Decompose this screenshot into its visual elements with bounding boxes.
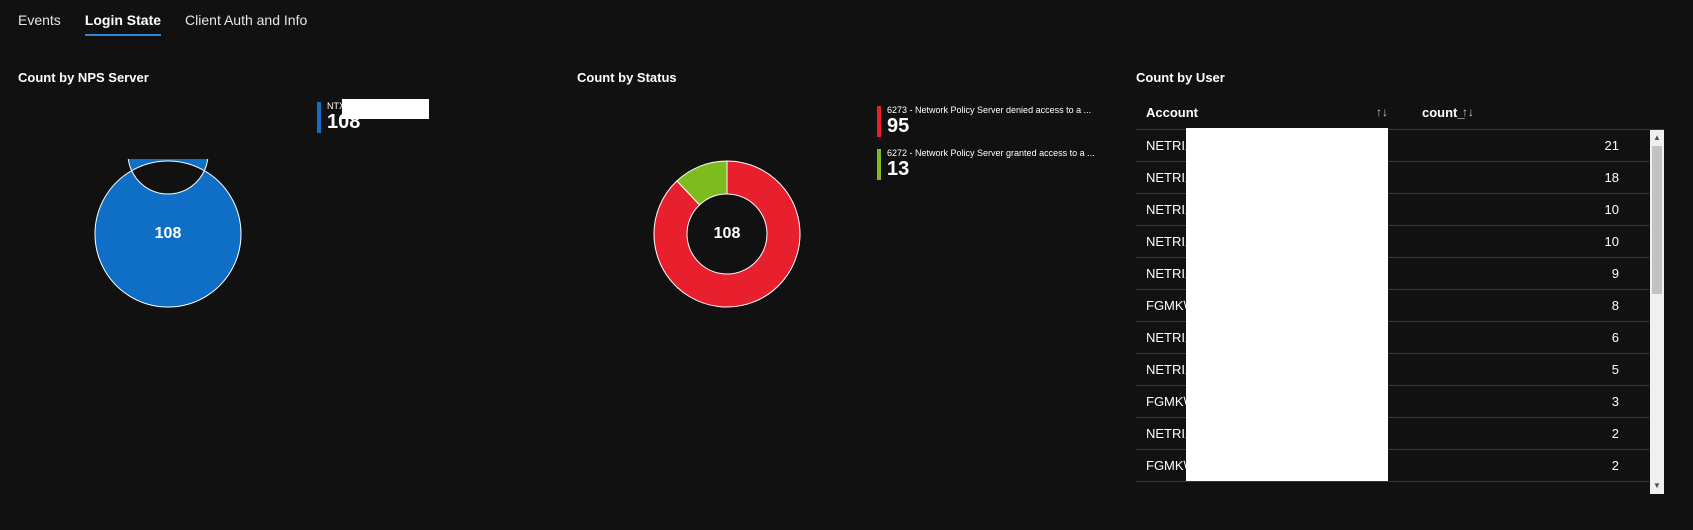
legend-value: 95 (887, 115, 910, 137)
nps-server-donut-total: 108 (154, 225, 182, 242)
tab-client-auth-and-info[interactable]: Client Auth and Info (185, 0, 307, 36)
account-cell: FGMK\ (1146, 458, 1188, 473)
status-title: Count by Status (577, 70, 677, 85)
legend-label: 6272 - Network Policy Server granted acc… (887, 148, 1095, 158)
column-header-account[interactable]: Account (1146, 105, 1198, 120)
account-cell: FGMK\ (1146, 394, 1188, 409)
sort-count-icon[interactable]: ↑↓ (1462, 105, 1474, 119)
count-cell: 2 (1611, 458, 1619, 473)
scroll-up-arrow-icon[interactable]: ▲ (1652, 133, 1662, 143)
tab-events[interactable]: Events (18, 0, 61, 36)
count-cell: 8 (1611, 298, 1619, 313)
table-scrollbar[interactable]: ▲ ▼ (1650, 130, 1664, 494)
users-title: Count by User (1136, 70, 1225, 85)
count-cell: 6 (1611, 330, 1619, 345)
legend-color-swatch (877, 106, 881, 137)
dashboard-page: Events Login State Client Auth and Info … (0, 0, 1693, 530)
count-cell: 18 (1604, 170, 1619, 185)
table-header: Account ↑↓ count_ ↑↓ (1136, 96, 1664, 130)
count-cell: 10 (1604, 234, 1619, 249)
scroll-thumb[interactable] (1652, 146, 1662, 294)
sort-account-icon[interactable]: ↑↓ (1376, 105, 1388, 119)
scroll-down-arrow-icon[interactable]: ▼ (1652, 481, 1662, 491)
tab-login-state[interactable]: Login State (84, 0, 162, 36)
legend-value: 13 (887, 158, 910, 180)
count-cell: 5 (1611, 362, 1619, 377)
column-header-count[interactable]: count_ (1422, 105, 1465, 120)
tab-bar: Events Login State Client Auth and Info (18, 0, 331, 36)
count-cell: 2 (1611, 426, 1619, 441)
status-donut-total: 108 (713, 225, 741, 242)
legend-color-swatch (877, 149, 881, 180)
count-cell: 10 (1604, 202, 1619, 217)
count-cell: 9 (1611, 266, 1619, 281)
redaction-box (342, 99, 429, 119)
status-legend-item-granted[interactable]: 6272 - Network Policy Server granted acc… (877, 147, 1095, 180)
count-cell: 21 (1604, 138, 1619, 153)
status-legend-item-denied[interactable]: 6273 - Network Policy Server denied acce… (877, 104, 1092, 137)
account-cell: FGMK\ (1146, 298, 1188, 313)
count-cell: 3 (1611, 394, 1619, 409)
nps-server-title: Count by NPS Server (18, 70, 149, 85)
legend-label: 6273 - Network Policy Server denied acce… (887, 105, 1092, 115)
legend-color-swatch (317, 102, 321, 133)
redaction-box (1186, 128, 1388, 481)
